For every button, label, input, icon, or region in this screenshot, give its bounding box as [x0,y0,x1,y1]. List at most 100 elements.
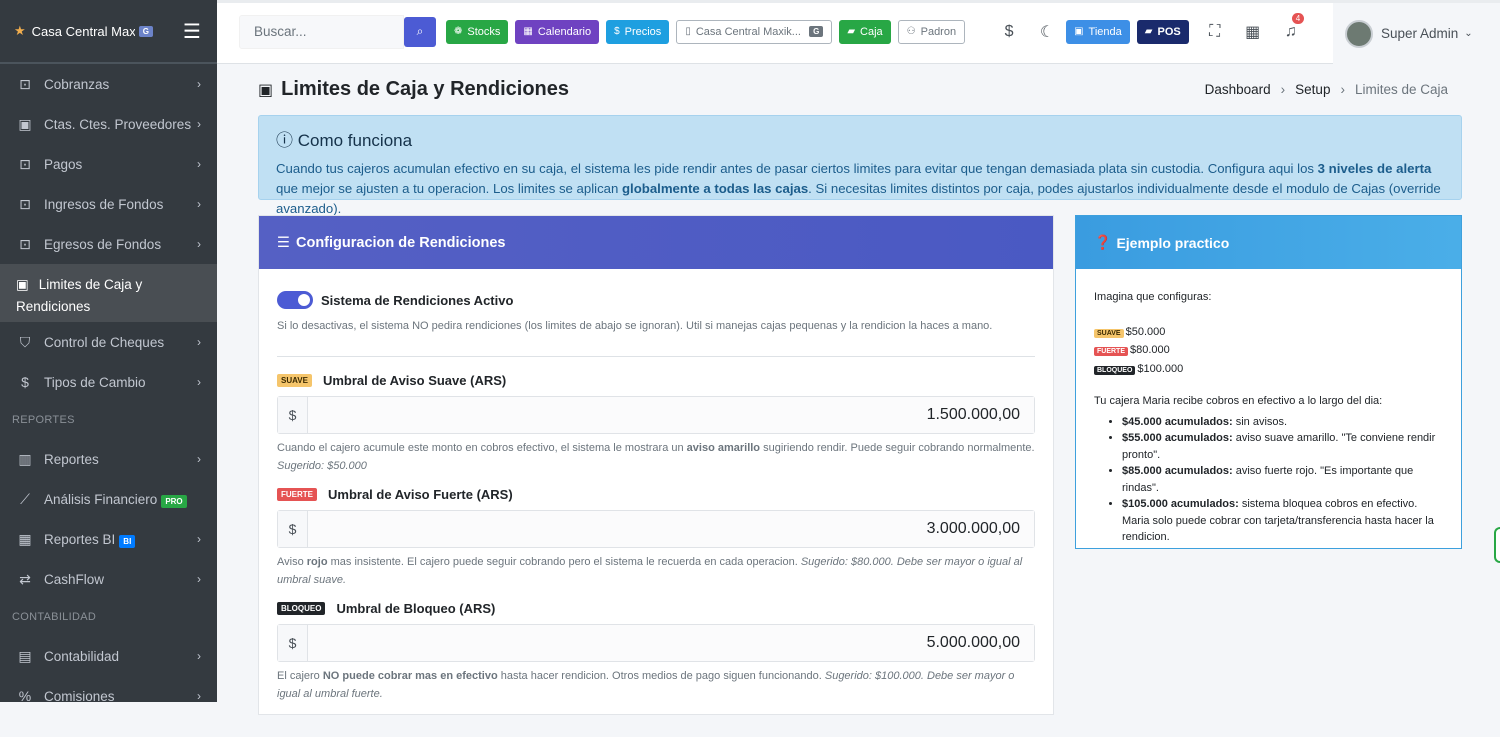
user-name: Super Admin [1381,26,1459,41]
list-item-bold: $55.000 acumulados: [1122,432,1233,444]
sidebar-item-reportes-bi[interactable]: ▦ Reportes BI BI › [0,519,217,559]
example-value-bloqueo: $100.000 [1137,362,1184,375]
precios-button[interactable]: $ Precios [606,19,670,44]
casa-selector[interactable]: ▯ Casa Central Maxik... G [676,19,833,44]
sidebar-item-cobranzas[interactable]: ⊡ Cobranzas › [0,64,217,104]
moon-icon[interactable]: ☾ [1028,22,1066,42]
hamburger-icon[interactable]: ☰ [183,19,203,44]
page-title-text: Limites de Caja y Rendiciones [281,78,569,100]
suave-block: SUAVE Umbral de Aviso Suave (ARS) $1.500.… [277,373,1035,475]
fuerte-value[interactable]: 3.000.000,00 [308,511,1034,547]
suave-suggested: Sugerido: $50.000 [277,460,367,472]
rendiciones-toggle[interactable] [277,291,313,309]
example-tag-suave: SUAVE [1094,328,1124,338]
sidebar-item-ingresos[interactable]: ⊡ Ingresos de Fondos › [0,184,217,224]
bloqueo-help-b: NO puede cobrar mas en efectivo [322,670,498,682]
caja-button[interactable]: ▰ Caja [839,19,891,44]
search-button[interactable]: ⌕ [404,16,436,47]
chevron-right-icon: › [197,532,201,546]
chevron-right-icon: › [197,452,201,466]
store-icon: ▣ [1074,26,1084,37]
sidebar-item-label: ▣ Limites de Caja y Rendiciones [16,274,201,318]
list-item: $55.000 acumulados: aviso suave amarillo… [1122,430,1443,463]
sidebar-item-label: Ctas. Ctes. Proveedores [44,116,192,132]
bloqueo-input[interactable]: $5.000.000,00 [277,624,1035,662]
chevron-right-icon: › [197,335,201,349]
info-title-text: Como funciona [297,131,413,150]
brand-name: Casa Central Max... [31,23,135,39]
currency-addon: $ [278,511,308,547]
example-tag-fuerte: FUERTE [1094,347,1128,356]
bloqueo-block: BLOQUEO Umbral de Bloqueo (ARS) $5.000.00… [277,601,1035,703]
user-menu[interactable]: Super Admin ⌄ [1333,3,1500,64]
info-bold-2: globalmente a todas las cajas [622,181,809,196]
bi-badge: BI [119,534,136,548]
search-input[interactable]: Buscar... [239,14,404,49]
side-widget-tab[interactable] [1494,527,1500,563]
example-levels: SUAVE $50.000 FUERTE $80.000 BLOQUEO $100.0… [1094,324,1443,380]
dollar-icon[interactable]: $ [990,23,1028,41]
payment-icon: ⊡ [19,155,31,172]
bloqueo-tag: BLOQUEO [277,602,326,615]
sidebar-item-cheques[interactable]: ⛉ Control de Cheques › [0,322,217,362]
sidebar-item-label: Reportes BI BI [44,532,197,548]
sidebar-item-pagos[interactable]: ⊡ Pagos › [0,144,217,184]
casa-badge: G [809,26,824,37]
sidebar-item-analisis[interactable]: ⟋ Análisis Financiero PRO [0,479,217,519]
sidebar-item-label: Contabilidad [44,648,120,664]
bloqueo-value[interactable]: 5.000.000,00 [308,625,1034,661]
sidebar-item-label: Reportes [44,451,99,467]
suave-value[interactable]: 1.500.000,00 [308,397,1034,433]
calendario-label: Calendario [537,25,592,38]
bell-icon[interactable]: ♫ 4 [1272,12,1310,41]
sidebar-item-comisiones[interactable]: % Comisiones › [0,676,217,702]
calendario-button[interactable]: ▦ Calendario [515,19,600,44]
dollar-icon: $ [21,374,29,390]
breadcrumb-setup[interactable]: Setup [1295,82,1330,97]
fuerte-tag: FUERTE [277,488,317,501]
example-title: Ejemplo practico [1116,234,1230,251]
pos-button[interactable]: ▰ POS [1136,19,1189,44]
breadcrumb: Dashboard › Setup › Limites de Caja [1205,82,1448,97]
sidebar-item-reportes[interactable]: ▥ Reportes › [0,439,217,479]
page-title: ▣ Limites de Caja y Rendiciones [258,78,569,101]
example-card-header: ❓ Ejemplo practico [1076,216,1461,269]
list-item: $85.000 acumulados: aviso fuerte rojo. "… [1122,463,1443,496]
suave-input[interactable]: $1.500.000,00 [277,396,1035,434]
sidebar-item-tipos-cambio[interactable]: $ Tipos de Cambio › [0,362,217,402]
info-icon: ⓘ [276,131,293,150]
toggle-label: Sistema de Rendiciones Activo [321,292,514,308]
chevron-right-icon: › [197,197,201,211]
search-icon: ⌕ [416,24,424,38]
padron-button[interactable]: ⚇ Padron [897,19,966,44]
bloqueo-help-a: El cajero [277,670,323,682]
brand[interactable]: ★ Casa Central Max... G ☰ [0,0,217,64]
sidebar-item-egresos[interactable]: ⊡ Egresos de Fondos › [0,224,217,264]
fuerte-input[interactable]: $3.000.000,00 [277,510,1035,548]
bloqueo-title: Umbral de Bloqueo (ARS) [336,601,496,616]
breadcrumb-current: Limites de Caja [1354,82,1448,97]
shield-icon: ⛉ [19,333,31,350]
tienda-button[interactable]: ▣ Tienda [1066,19,1130,44]
sidebar-item-label: Control de Cheques [44,334,165,350]
sidebar-item-cashflow[interactable]: ⇄ CashFlow › [0,559,217,599]
sidebar-item-label: Tipos de Cambio [44,374,146,390]
sidebar-item-limites[interactable]: ▣ Limites de Caja y Rendiciones [0,264,217,322]
stocks-button[interactable]: ❁ Stocks [446,19,509,44]
building-icon: ▯ [685,26,691,37]
chevron-right-icon: › [197,572,201,586]
cash-register-icon: ▰ [847,26,856,37]
chevron-down-icon: ⌄ [1464,28,1473,39]
sidebar-item-label: Egresos de Fondos [44,236,162,252]
sidebar-item-contabilidad[interactable]: ▤ Contabilidad › [0,636,217,676]
fuerte-title: Umbral de Aviso Fuerte (ARS) [328,487,513,502]
apps-grid-icon[interactable]: ▦ [1234,22,1272,42]
cash-out-icon: ⊡ [19,235,31,252]
sidebar-item-ctas-ctes[interactable]: ▣ Ctas. Ctes. Proveedores › [0,104,217,144]
fullscreen-icon[interactable]: ⛶ [1196,23,1234,41]
breadcrumb-dashboard[interactable]: Dashboard [1205,82,1271,97]
sidebar-item-label: Cobranzas [44,76,110,92]
list-item-bold: $105.000 acumulados: [1122,498,1239,510]
suave-help-a: Cuando el cajero acumule este monto en c… [277,442,687,454]
chevron-right-icon: › [197,375,201,389]
